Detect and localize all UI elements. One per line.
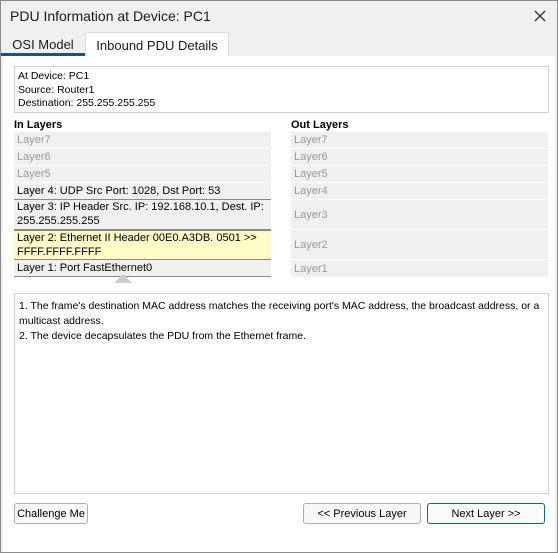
at-device-text: At Device: PC1 bbox=[18, 70, 90, 82]
out-layer-2[interactable]: Layer2 bbox=[291, 230, 548, 260]
in-layer-1[interactable]: Layer 1: Port FastEthernet0 bbox=[14, 260, 271, 277]
layer-description-box: 1. The frame's destination MAC address m… bbox=[14, 293, 549, 494]
in-layer-2[interactable]: Layer 2: Ethernet II Header 00E0.A3DB. 0… bbox=[14, 230, 271, 260]
out-layers-list: Layer7 Layer6 Layer5 Layer4 Layer3 Layer… bbox=[291, 132, 548, 278]
next-layer-button[interactable]: Next Layer >> bbox=[427, 503, 545, 524]
out-layers-title: Out Layers bbox=[291, 119, 349, 131]
previous-layer-button[interactable]: << Previous Layer bbox=[303, 503, 421, 524]
arrow-up-icon bbox=[114, 274, 132, 283]
inbound-pdu-details-panel: At Device: PC1 Source: Router1 Destinati… bbox=[3, 56, 555, 552]
tab-strip: OSI Model Inbound PDU Details bbox=[1, 32, 557, 56]
in-layer-4[interactable]: Layer 4: UDP Src Port: 1028, Dst Port: 5… bbox=[14, 183, 271, 200]
in-layer-6[interactable]: Layer6 bbox=[14, 149, 271, 166]
destination-text: Destination: 255.255.255.255 bbox=[18, 97, 156, 109]
close-icon bbox=[534, 10, 546, 22]
description-line-2: 2. The device decapsulates the PDU from … bbox=[19, 330, 306, 342]
out-layer-5[interactable]: Layer5 bbox=[291, 166, 548, 183]
in-layer-7[interactable]: Layer7 bbox=[14, 132, 271, 149]
in-layer-5[interactable]: Layer5 bbox=[14, 166, 271, 183]
close-button[interactable] bbox=[529, 5, 551, 27]
source-text: Source: Router1 bbox=[18, 83, 95, 96]
in-layer-3[interactable]: Layer 3: IP Header Src. IP: 192.168.10.1… bbox=[14, 200, 271, 230]
device-info-box: At Device: PC1 Source: Router1 Destinati… bbox=[14, 66, 549, 113]
pdu-information-window: PDU Information at Device: PC1 OSI Model… bbox=[0, 0, 558, 553]
out-layer-3[interactable]: Layer3 bbox=[291, 200, 548, 230]
in-layers-list: Layer7 Layer6 Layer5 Layer 4: UDP Src Po… bbox=[14, 132, 271, 277]
in-layers-title: In Layers bbox=[14, 119, 63, 131]
description-line-1: 1. The frame's destination MAC address m… bbox=[19, 300, 540, 327]
window-title: PDU Information at Device: PC1 bbox=[10, 8, 211, 24]
out-layer-6[interactable]: Layer6 bbox=[291, 149, 548, 166]
out-layer-4[interactable]: Layer4 bbox=[291, 183, 548, 200]
title-bar: PDU Information at Device: PC1 bbox=[1, 1, 557, 32]
out-layer-1[interactable]: Layer1 bbox=[291, 260, 548, 278]
tab-inbound-pdu-details[interactable]: Inbound PDU Details bbox=[85, 32, 229, 56]
tab-osi-model[interactable]: OSI Model bbox=[1, 32, 85, 56]
challenge-me-button[interactable]: Challenge Me bbox=[14, 503, 88, 524]
out-layer-7[interactable]: Layer7 bbox=[291, 132, 548, 149]
